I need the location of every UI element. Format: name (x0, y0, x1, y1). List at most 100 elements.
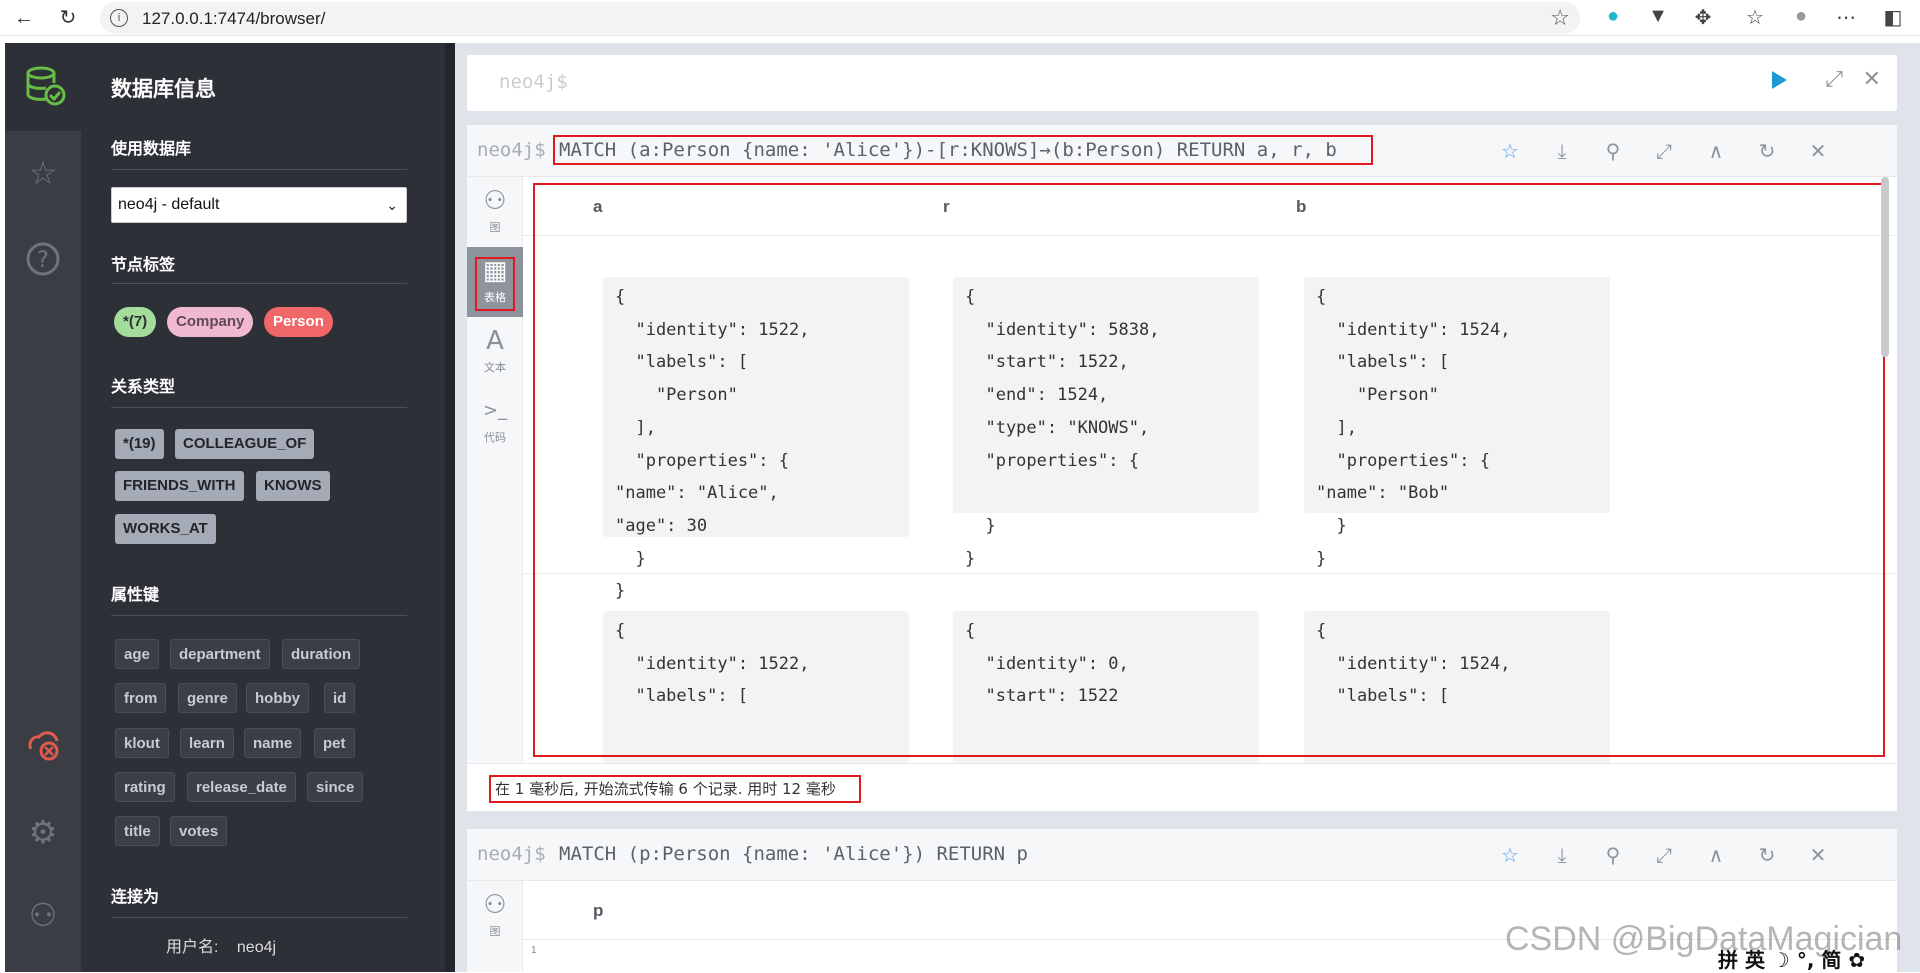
extensions-puzzle-icon[interactable]: ✥ (1690, 5, 1716, 30)
relationship-types-heading: 关系类型 (111, 377, 176, 396)
divider (111, 283, 407, 284)
graph-icon: ⚇ (483, 890, 507, 920)
divider (111, 917, 407, 918)
drawer-title: 数据库信息 (111, 77, 216, 101)
sidebar-toggle-icon[interactable]: ◧ (1880, 5, 1906, 30)
frame-view-switcher: ⚇ 图 (467, 881, 523, 972)
reload-icon[interactable]: ↻ (56, 6, 80, 30)
username-value: neo4j (236, 939, 277, 956)
close-icon[interactable]: ✕ (1863, 67, 1881, 92)
favorites-star-icon[interactable]: ☆ (23, 153, 63, 193)
expand-icon[interactable]: ⤢ (1650, 841, 1678, 869)
rel-type-knows[interactable]: KNOWS (256, 471, 330, 501)
run-query-play-icon[interactable] (1772, 71, 1787, 89)
prop-key[interactable]: klout (115, 728, 169, 758)
prop-key[interactable]: name (244, 728, 302, 758)
favorites-icon[interactable]: ☆ (1742, 5, 1768, 30)
ime-toolbar[interactable]: 拼 英 ☽ °, 简 ✿ (1718, 944, 1865, 973)
rerun-icon[interactable]: ↻ (1753, 841, 1781, 869)
prop-key[interactable]: title (115, 816, 160, 846)
collapse-up-icon[interactable]: ∧ (1702, 841, 1730, 869)
frame-header: neo4j$ MATCH (a:Person {name: 'Alice'})-… (467, 125, 1897, 177)
prop-key[interactable]: from (115, 683, 167, 713)
view-graph-label: 图 (489, 222, 501, 234)
node-labels-heading: 节点标签 (111, 255, 176, 274)
rel-type-works-at[interactable]: WORKS_AT (115, 514, 216, 544)
prop-key[interactable]: learn (180, 728, 234, 758)
prop-key[interactable]: department (170, 639, 270, 669)
rel-type-friends-with[interactable]: FRIENDS_WITH (115, 471, 244, 501)
frame-header: neo4j$ MATCH (p:Person {name: 'Alice'}) … (467, 829, 1897, 881)
collapse-up-icon[interactable]: ∧ (1702, 137, 1730, 165)
prop-key[interactable]: since (307, 772, 364, 802)
view-table-button[interactable]: ▦ 表格 (467, 247, 523, 317)
download-icon[interactable]: ⤓ (1548, 841, 1576, 869)
node-label-company[interactable]: Company (167, 307, 254, 337)
database-select[interactable]: neo4j - default ⌄ (111, 187, 407, 223)
site-info-icon[interactable]: i (110, 9, 128, 27)
help-circle-icon: ? (26, 242, 60, 276)
settings-gear-icon[interactable]: ⚙ (23, 812, 63, 852)
prop-key[interactable]: id (324, 683, 356, 713)
prop-key[interactable]: pet (314, 728, 355, 758)
code-icon: >_ (482, 400, 508, 421)
prop-key[interactable]: votes (170, 816, 228, 846)
view-graph-button[interactable]: ⚇ 图 (467, 177, 523, 247)
prop-key[interactable]: release_date (187, 772, 296, 802)
view-text-label: 文本 (484, 362, 506, 374)
cloud-disconnected-icon[interactable] (23, 725, 63, 765)
view-code-label: 代码 (484, 432, 506, 444)
download-icon[interactable]: ⤓ (1548, 137, 1576, 165)
pin-icon[interactable]: ⚲ (1599, 841, 1627, 869)
database-check-icon (26, 66, 66, 106)
view-graph-button[interactable]: ⚇ 图 (467, 881, 523, 951)
fullscreen-icon[interactable]: ⤢ (1825, 67, 1843, 92)
close-frame-icon[interactable]: ✕ (1804, 137, 1832, 165)
divider (111, 169, 407, 170)
more-menu-icon[interactable]: ⋯ (1833, 5, 1859, 30)
address-bar[interactable]: i 127.0.0.1:7474/browser/ ☆ (100, 2, 1580, 34)
status-highlight-box (489, 775, 861, 803)
help-icon[interactable]: ? (23, 239, 63, 279)
graph-icon: ⚇ (483, 186, 507, 216)
database-logo[interactable] (5, 43, 81, 131)
rerun-icon[interactable]: ↻ (1753, 137, 1781, 165)
query-highlight-box (553, 135, 1373, 165)
prop-key[interactable]: duration (282, 639, 360, 669)
extension-vue-icon[interactable]: ▼ (1645, 5, 1671, 28)
pin-icon[interactable]: ⚲ (1599, 137, 1627, 165)
drawer-scrollbar[interactable] (445, 43, 455, 972)
node-label-person[interactable]: Person (264, 307, 333, 337)
url-text[interactable]: 127.0.0.1:7474/browser/ (142, 9, 325, 29)
frame-status-bar: 在 1 毫秒后, 开始流式传输 6 个记录. 用时 12 毫秒 (467, 763, 1897, 811)
profile-avatar-icon[interactable]: ● (1788, 5, 1814, 28)
view-code-button[interactable]: >_ 代码 (467, 387, 523, 457)
database-info-drawer: 数据库信息 使用数据库 neo4j - default ⌄ 节点标签 *(7) … (81, 43, 455, 972)
prop-key[interactable]: hobby (246, 683, 309, 713)
rel-type-all[interactable]: *(19) (115, 429, 164, 459)
favorite-star-icon[interactable]: ☆ (1496, 841, 1524, 869)
bookmark-star-icon[interactable]: ☆ (1550, 5, 1570, 31)
view-text-button[interactable]: A 文本 (467, 317, 523, 387)
editor-prompt: neo4j$ (499, 71, 568, 93)
prop-key[interactable]: age (115, 639, 159, 669)
back-arrow-icon[interactable]: ← (12, 6, 36, 30)
frame-view-switcher: ⚇ 图 ▦ 表格 A 文本 >_ 代码 (467, 177, 523, 763)
frame-query-text[interactable]: MATCH (p:Person {name: 'Alice'}) RETURN … (559, 843, 1028, 865)
property-keys-heading: 属性键 (111, 585, 160, 604)
row-number: 1 (531, 945, 537, 956)
node-label-all[interactable]: *(7) (114, 307, 157, 337)
close-frame-icon[interactable]: ✕ (1804, 841, 1832, 869)
rel-type-colleague-of[interactable]: COLLEAGUE_OF (175, 429, 315, 459)
prop-key[interactable]: rating (115, 772, 175, 802)
query-editor[interactable]: neo4j$ ⤢ ✕ (467, 55, 1897, 111)
frame-scrollbar[interactable] (1881, 177, 1889, 357)
neo4j-browser-logo-icon[interactable]: ⚇ (23, 895, 63, 935)
favorite-star-icon[interactable]: ☆ (1496, 137, 1524, 165)
extension-copilot-icon[interactable]: ● (1600, 5, 1626, 28)
prop-key[interactable]: genre (178, 683, 237, 713)
result-frame-1: neo4j$ MATCH (a:Person {name: 'Alice'})-… (467, 125, 1897, 811)
divider (111, 407, 407, 408)
expand-icon[interactable]: ⤢ (1650, 137, 1678, 165)
browser-toolbar: ← ↻ i 127.0.0.1:7474/browser/ ☆ ● ▼ ✥ ☆ … (0, 0, 1920, 36)
